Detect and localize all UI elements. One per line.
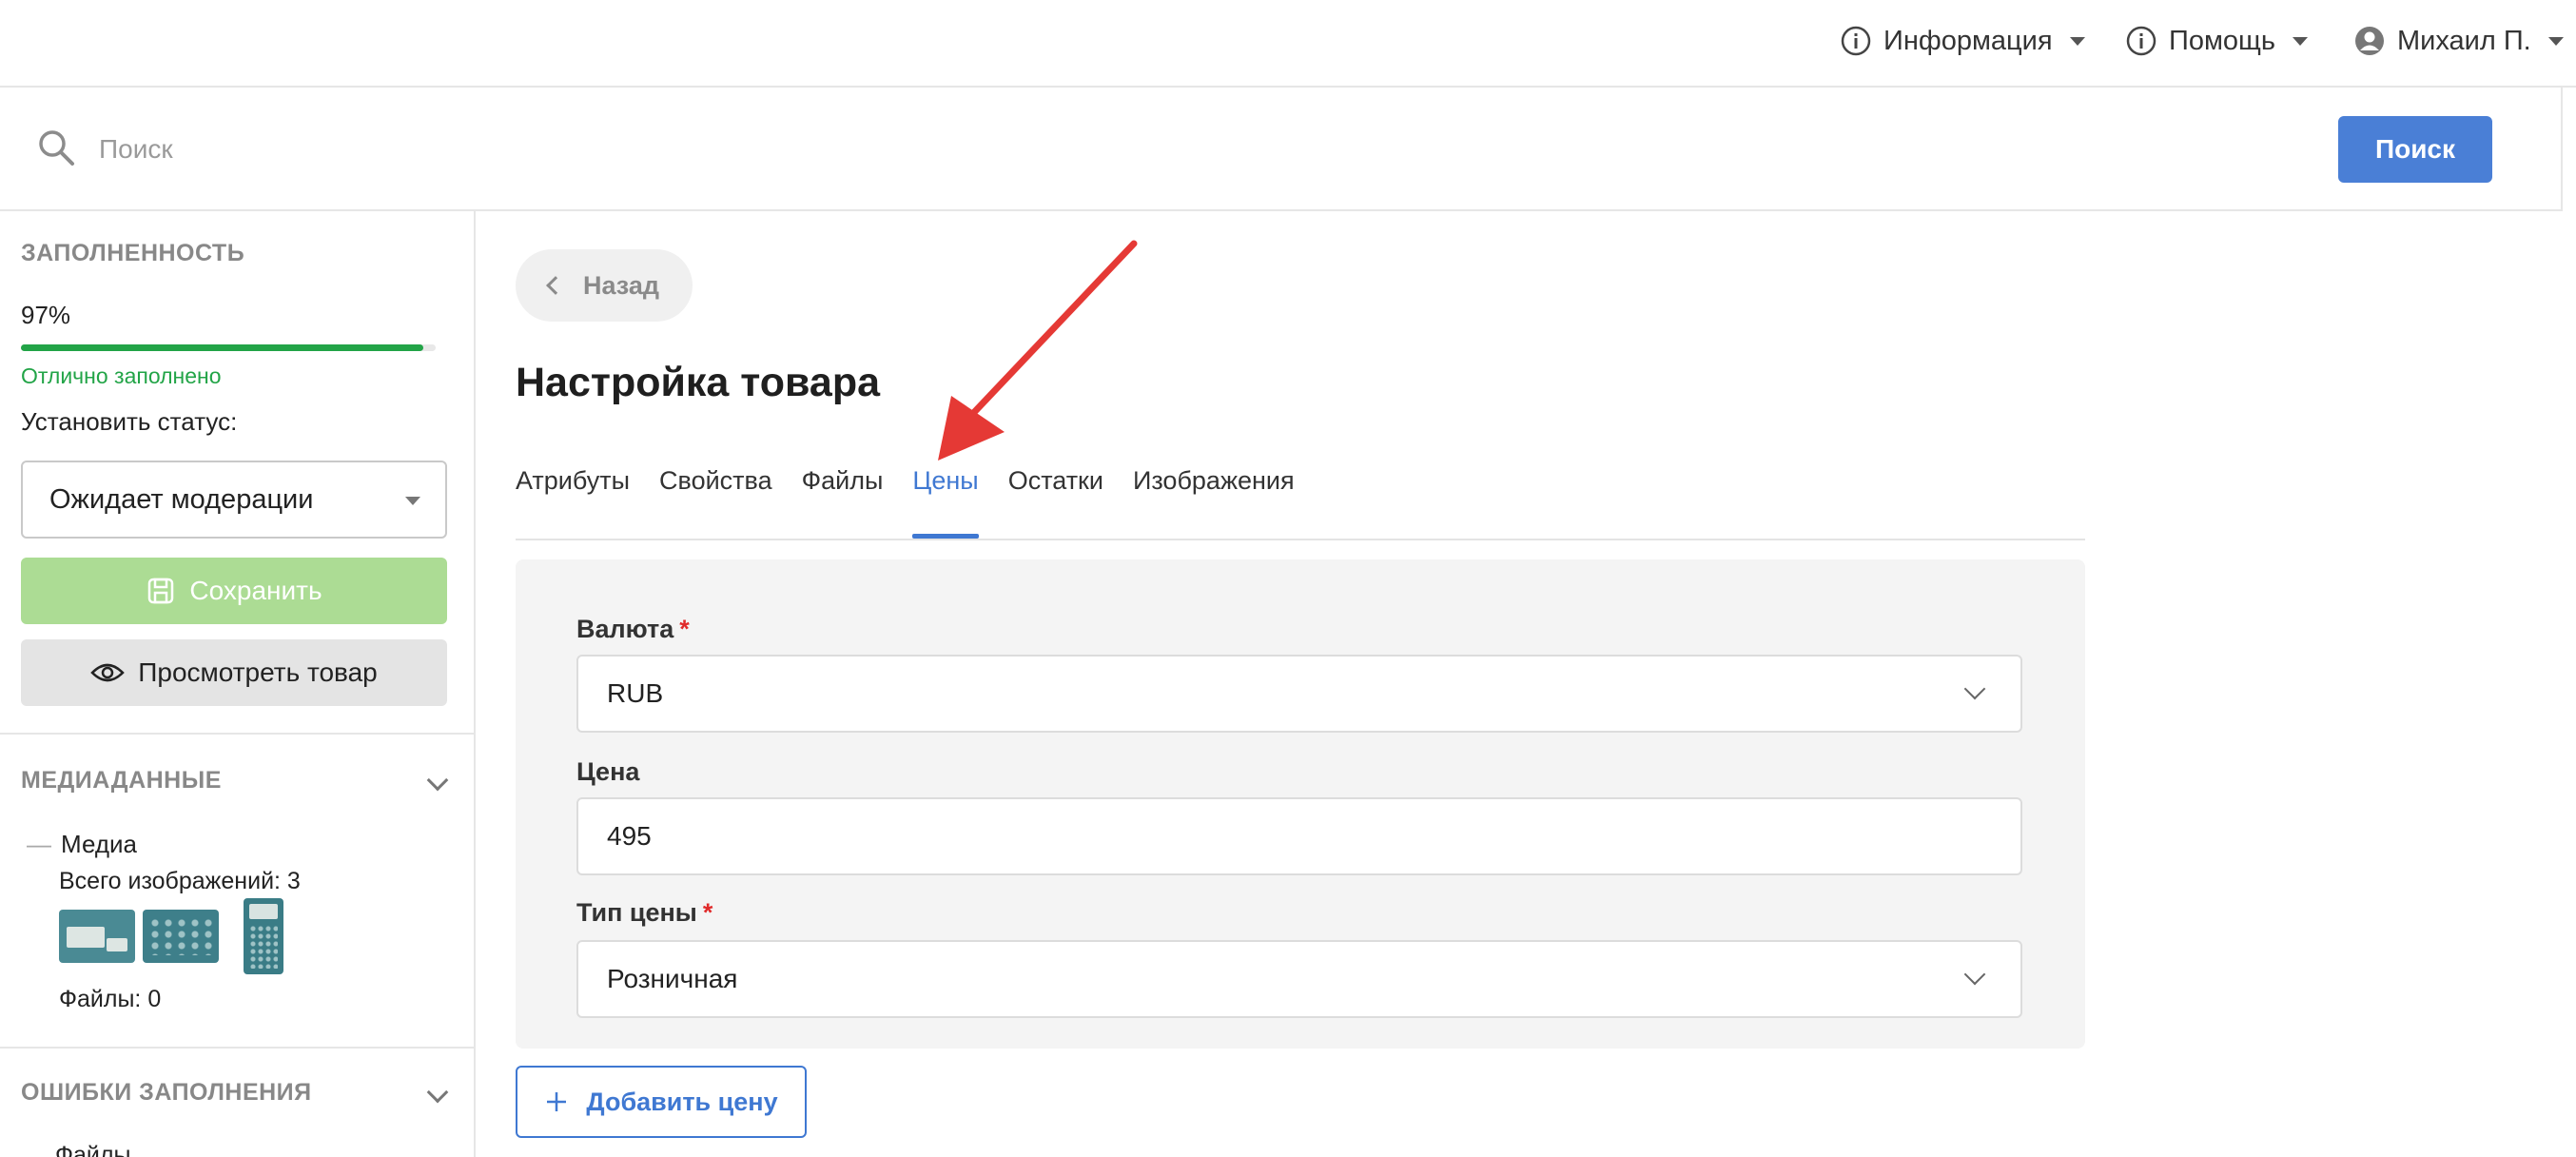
page-title: Настройка товара [516, 360, 881, 405]
user-menu[interactable]: Михаил П. [2353, 25, 2564, 57]
search-button[interactable]: Поиск [2338, 116, 2492, 183]
fill-progress-bar [21, 344, 436, 351]
tab-bar: Атрибуты Свойства Файлы Цены Остатки Изображе… [516, 466, 1295, 539]
tab-2[interactable]: Файлы [802, 466, 884, 539]
price-input[interactable]: 495 [576, 797, 2022, 875]
search-bar: Поиск [0, 88, 2563, 211]
fill-percent: 97% [21, 301, 71, 329]
save-button[interactable]: Сохранить [21, 558, 447, 624]
add-price-button[interactable]: Добавить цену [516, 1066, 807, 1138]
price-type-select[interactable]: Розничная [576, 940, 2022, 1018]
search-input[interactable] [99, 126, 2287, 173]
info-icon [1841, 26, 1871, 56]
back-button[interactable]: Назад [516, 249, 693, 322]
files-count: Файлы: 0 [59, 986, 162, 1012]
currency-label-text: Валюта [576, 615, 674, 643]
fill-heading: ЗАПОЛНЕННОСТЬ [21, 240, 245, 266]
currency-label: Валюта * [576, 615, 690, 644]
product-image-thumbnail[interactable] [244, 898, 283, 974]
add-price-label: Добавить цену [586, 1087, 778, 1116]
status-select[interactable]: Ожидает модерации [21, 461, 447, 539]
price-form-panel: Валюта * RUB Цена 495 Тип цены * Розничная [516, 559, 2085, 1049]
tab-1[interactable]: Свойства [659, 466, 772, 539]
set-status-label: Установить статус: [21, 407, 238, 436]
tab-4[interactable]: Остатки [1008, 466, 1103, 539]
media-tree-item[interactable]: — Медиа [27, 830, 137, 859]
chevron-down-icon [2547, 36, 2564, 46]
currency-select[interactable]: RUB [576, 655, 2022, 733]
info-menu[interactable]: Информация [1840, 25, 2085, 57]
errors-item[interactable]: Файлы [55, 1142, 130, 1157]
user-menu-label: Михаил П. [2397, 25, 2531, 56]
tab-5[interactable]: Изображения [1133, 466, 1295, 539]
divider [2561, 88, 2563, 211]
divider [0, 733, 476, 735]
status-select-value: Ожидает модерации [49, 483, 314, 515]
currency-select-value: RUB [607, 678, 664, 708]
tab-3[interactable]: Цены [912, 466, 980, 539]
price-label: Цена [576, 757, 639, 787]
save-icon [148, 578, 174, 604]
price-type-select-value: Розничная [607, 964, 738, 993]
fill-status: Отлично заполнено [21, 363, 222, 388]
price-input-value: 495 [607, 821, 652, 851]
help-menu[interactable]: Помощь [2125, 25, 2309, 57]
price-type-label: Тип цены * [576, 898, 712, 928]
chevron-down-icon[interactable] [426, 769, 449, 792]
tab-0[interactable]: Атрибуты [516, 466, 630, 539]
chevron-down-icon[interactable] [426, 1081, 449, 1104]
user-avatar-icon [2355, 27, 2384, 55]
media-heading: МЕДИАДАННЫЕ [21, 767, 222, 794]
view-product-label: Просмотреть товар [138, 657, 378, 687]
back-button-label: Назад [582, 270, 660, 300]
price-label-text: Цена [576, 757, 640, 786]
tree-line-icon: — [27, 830, 51, 858]
annotation-arrow [938, 240, 1138, 461]
chevron-down-icon [1963, 963, 1986, 986]
required-mark: * [702, 898, 713, 927]
divider [0, 1047, 476, 1049]
product-image-thumbnail[interactable] [59, 910, 135, 963]
media-tree-label: Медиа [61, 830, 137, 858]
tabs-divider [516, 539, 2085, 540]
images-total: Всего изображений: 3 [59, 868, 301, 894]
chevron-left-icon [546, 276, 565, 295]
info-icon [2126, 26, 2156, 56]
sidebar: ЗАПОЛНЕННОСТЬ 97% Отлично заполнено Уста… [0, 211, 476, 1157]
chevron-down-icon [2293, 36, 2309, 46]
save-button-label: Сохранить [189, 576, 322, 605]
chevron-down-icon [2069, 36, 2085, 46]
search-icon [39, 130, 74, 166]
top-bar: Информация Помощь Михаил П. [0, 0, 2576, 88]
product-image-thumbnail[interactable] [143, 910, 219, 963]
required-mark: * [679, 615, 690, 643]
info-menu-label: Информация [1883, 25, 2053, 56]
price-type-label-text: Тип цены [576, 898, 697, 927]
chevron-down-icon [405, 497, 420, 505]
errors-heading: ОШИБКИ ЗАПОЛНЕНИЯ [21, 1079, 312, 1106]
help-menu-label: Помощь [2169, 25, 2276, 56]
plus-icon [547, 1092, 567, 1111]
fill-progress-value [21, 344, 423, 351]
eye-icon [90, 663, 126, 682]
view-product-button[interactable]: Просмотреть товар [21, 639, 447, 706]
chevron-down-icon [1963, 677, 1986, 700]
